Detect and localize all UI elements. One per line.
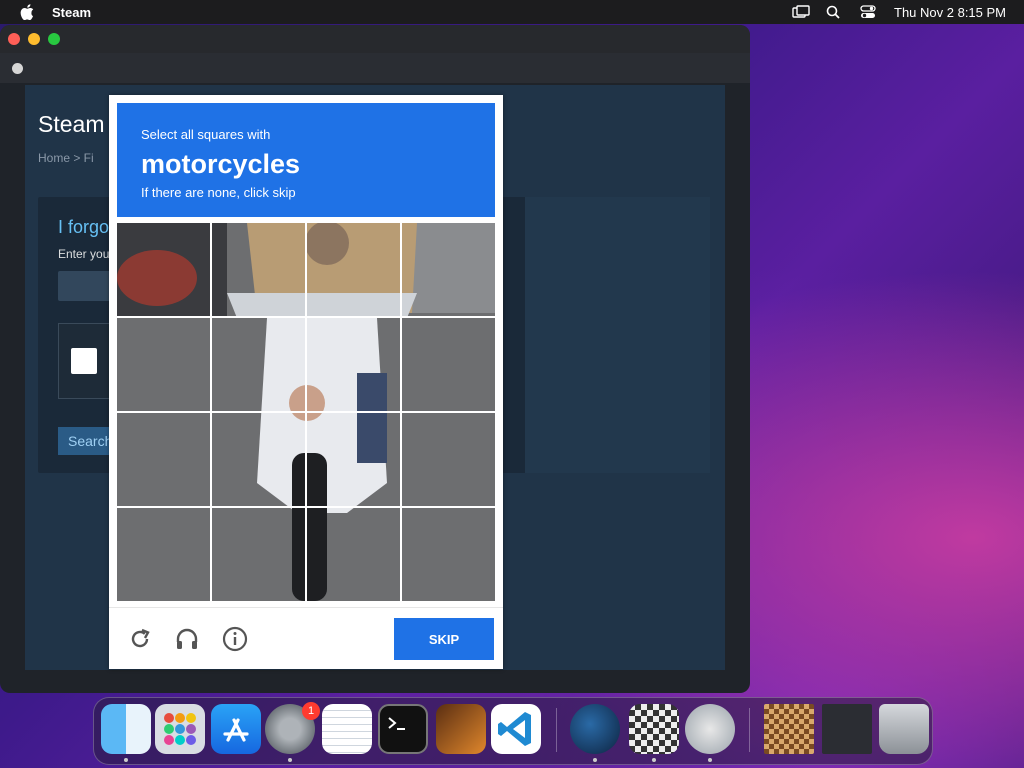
tab-indicator-icon[interactable] [12,63,23,74]
captcha-tile[interactable] [117,318,210,411]
running-indicator [288,758,292,762]
notification-badge: 1 [302,702,320,720]
captcha-challenge: Select all squares with motorcycles If t… [109,95,503,669]
tile-image [212,508,305,601]
chess-window-thumbnail[interactable] [764,704,814,754]
tile-image [117,508,210,601]
captcha-tile[interactable] [307,318,400,411]
dock [93,697,933,765]
window-titlebar[interactable] [0,25,750,53]
tile-image [117,318,210,411]
tile-image [402,508,495,601]
captcha-tile[interactable] [117,508,210,601]
captcha-tile[interactable] [307,223,400,316]
captcha-tile[interactable] [117,223,210,316]
tile-image [212,413,305,506]
trash-icon[interactable] [879,704,929,754]
captcha-tile[interactable] [212,318,305,411]
dock-separator [749,708,750,752]
textedit-icon[interactable] [322,704,372,754]
audio-icon[interactable] [174,626,200,652]
app-store-icon[interactable] [211,704,261,754]
vscode-icon[interactable] [491,704,541,754]
prompt-hint: If there are none, click skip [141,185,296,200]
tile-image [307,508,400,601]
captcha-tile[interactable] [212,413,305,506]
tile-image [402,413,495,506]
search-icon[interactable] [826,5,842,19]
refresh-icon[interactable] [127,626,153,652]
captcha-tile[interactable] [402,508,495,601]
steam-icon[interactable] [570,704,620,754]
desktop-window-thumbnail[interactable] [822,704,872,754]
finder-icon[interactable] [101,704,151,754]
launchpad-icon[interactable] [155,704,205,754]
challenge-grid [117,223,495,601]
dock-separator [556,708,557,752]
tile-image [212,223,305,316]
apple-icon[interactable] [20,4,34,20]
captcha-tile[interactable] [307,413,400,506]
terminal-icon[interactable] [378,704,428,754]
captcha-checkbox[interactable] [71,348,97,374]
captcha-tile[interactable] [402,223,495,316]
tile-image [307,223,400,316]
running-indicator [124,758,128,762]
tile-image [212,318,305,411]
menu-bar: Steam Thu Nov 2 8:15 PM [0,0,1024,24]
zoom-button[interactable] [48,33,60,45]
close-button[interactable] [8,33,20,45]
page-title: Steam [38,111,105,137]
tile-image [307,413,400,506]
automator-icon[interactable] [685,704,735,754]
running-indicator [708,758,712,762]
captcha-tile[interactable] [212,223,305,316]
tile-image [307,318,400,411]
control-center-icon[interactable] [860,5,876,19]
minimize-button[interactable] [28,33,40,45]
captcha-tile[interactable] [117,413,210,506]
instruction-text: Enter you [58,247,110,261]
breadcrumb[interactable]: Home > Fi [38,151,94,165]
tile-image [402,318,495,411]
prompt-line: Select all squares with [141,127,271,142]
captcha-tile[interactable] [307,508,400,601]
chess-icon[interactable] [629,704,679,754]
tile-image [117,223,210,316]
challenge-footer: SKIP [109,607,503,670]
tile-image [117,413,210,506]
active-app-name[interactable]: Steam [52,5,91,20]
display-icon[interactable] [792,5,810,19]
forgot-heading: I forgo [58,217,110,237]
side-panel [525,197,710,473]
menubar-clock[interactable]: Thu Nov 2 8:15 PM [894,5,1006,20]
captcha-tile[interactable] [402,413,495,506]
prompt-target: motorcycles [141,149,301,179]
tile-image [402,223,495,316]
info-icon[interactable] [222,626,248,652]
captcha-tile[interactable] [212,508,305,601]
captcha-tile[interactable] [402,318,495,411]
running-indicator [652,758,656,762]
skip-button[interactable]: SKIP [394,618,494,660]
challenge-prompt: Select all squares with motorcycles If t… [117,103,495,217]
browser-tab-bar [0,53,750,83]
running-indicator [593,758,597,762]
garageband-icon[interactable] [436,704,486,754]
